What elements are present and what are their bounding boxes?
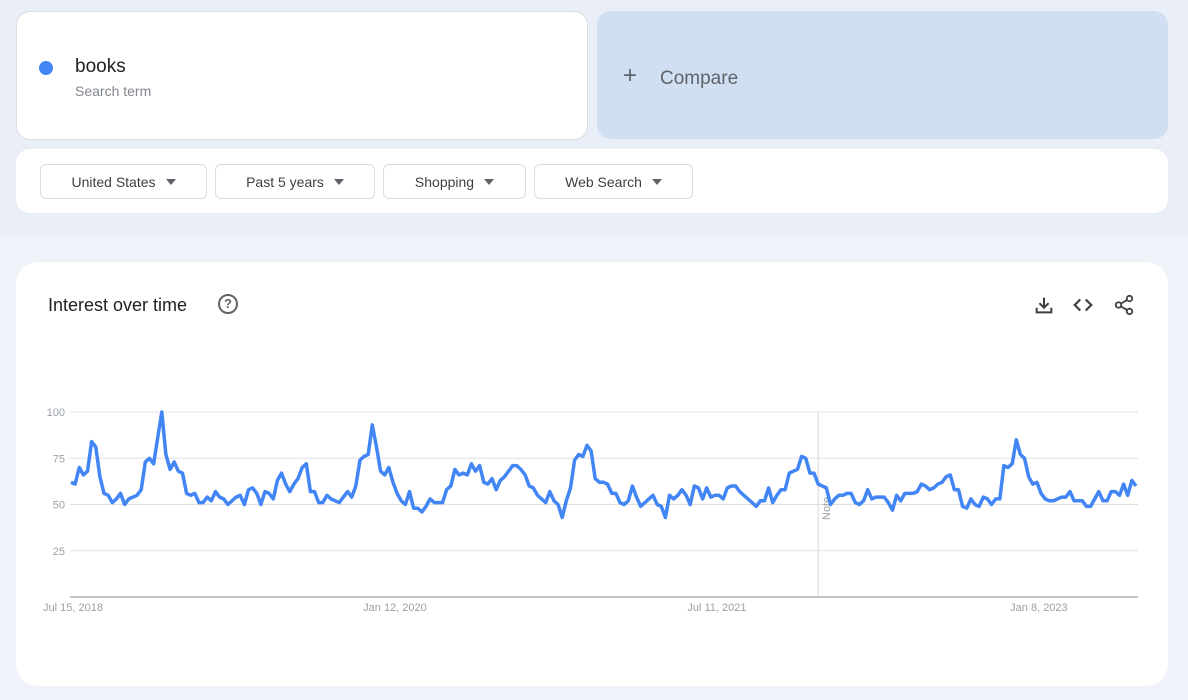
y-tick-label: 100 — [47, 407, 65, 419]
x-tick-label: Jan 8, 2023 — [1010, 602, 1068, 614]
x-tick-label: Jan 12, 2020 — [363, 602, 427, 614]
x-tick-label: Jul 11, 2021 — [687, 602, 746, 614]
x-tick-label: Jul 15, 2018 — [43, 602, 103, 614]
y-tick-label: 25 — [53, 546, 65, 558]
note-marker-label[interactable]: Note — [821, 497, 833, 520]
y-tick-label: 50 — [53, 500, 65, 512]
line-chart[interactable]: 25 50 75 100 Jul 15, 2018 Jan 12, 2020 Jul 11… — [0, 0, 1188, 700]
series-line-books[interactable] — [70, 410, 1138, 520]
y-tick-label: 75 — [53, 453, 65, 465]
